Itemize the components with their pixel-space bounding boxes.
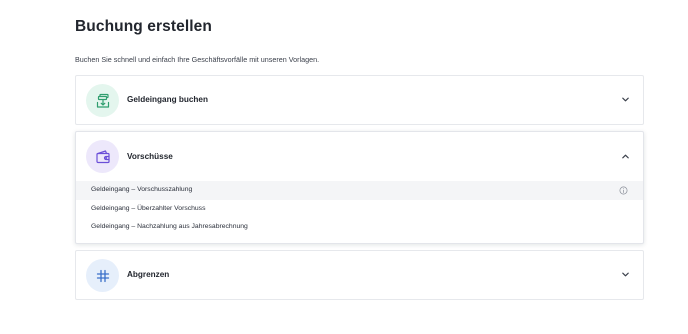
list-item-nachzahlung-jahresabrechnung[interactable]: Geldeingang – Nachzahlung aus Jahresabre… <box>76 218 643 237</box>
card-title: Vorschüsse <box>127 152 173 161</box>
chevron-down-icon[interactable] <box>621 95 630 104</box>
template-list: Geldeingang – Vorschusszahlung Geldeinga… <box>76 181 643 243</box>
card-abgrenzen: Abgrenzen <box>75 250 644 300</box>
list-item-vorschusszahlung[interactable]: Geldeingang – Vorschusszahlung <box>76 181 643 200</box>
list-item-label: Geldeingang – Überzahlter Vorschuss <box>91 204 206 212</box>
card-geldeingang-buchen: Geldeingang buchen <box>75 75 644 125</box>
chevron-up-icon[interactable] <box>621 152 630 161</box>
card-header-vorschuesse[interactable]: Vorschüsse <box>76 132 643 181</box>
page-title: Buchung erstellen <box>75 18 212 35</box>
list-item-label: Geldeingang – Vorschusszahlung <box>91 186 193 193</box>
chevron-down-icon[interactable] <box>621 270 630 279</box>
wallet-icon <box>86 140 119 173</box>
card-vorschuesse: Vorschüsse Geldeingang – Vorschusszahlun… <box>75 131 644 244</box>
list-item-label: Geldeingang – Nachzahlung aus Jahresabre… <box>91 223 248 230</box>
hash-icon <box>86 259 119 292</box>
card-header-geldeingang-buchen[interactable]: Geldeingang buchen <box>76 76 643 124</box>
info-icon[interactable] <box>619 186 628 195</box>
list-item-ueberzahlter-vorschuss[interactable]: Geldeingang – Überzahlter Vorschuss <box>76 200 643 219</box>
money-inbox-icon <box>86 84 119 117</box>
page-subtitle: Buchen Sie schnell und einfach Ihre Gesc… <box>75 55 320 64</box>
card-title: Geldeingang buchen <box>127 95 208 104</box>
card-header-abgrenzen[interactable]: Abgrenzen <box>76 251 643 299</box>
card-title: Abgrenzen <box>127 270 170 279</box>
